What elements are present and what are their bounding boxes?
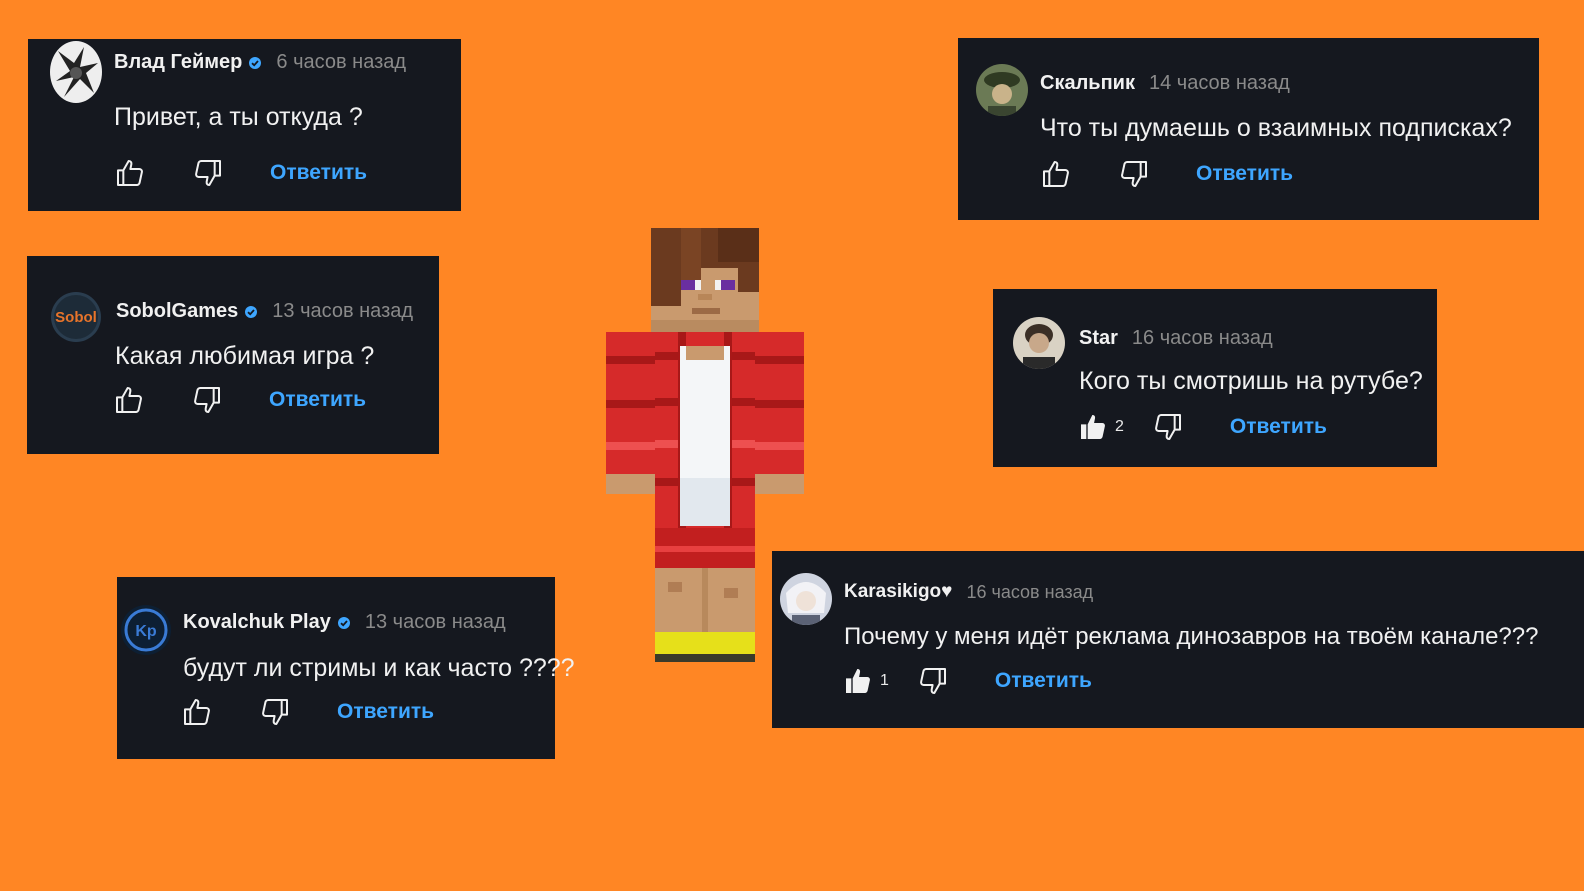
avatar[interactable] bbox=[1013, 317, 1065, 369]
verified-badge-icon bbox=[244, 305, 258, 319]
comment-card: Star 16 часов назад Кого ты смотришь на … bbox=[993, 289, 1437, 467]
comment-text: Какая любимая игра ? bbox=[115, 342, 375, 370]
thumbs-down-icon[interactable] bbox=[917, 665, 949, 697]
comment-card: Kp Kovalchuk Play 13 часов назад будут л… bbox=[117, 577, 575, 759]
thumbs-up-icon[interactable] bbox=[842, 665, 874, 697]
comment-card: Скальпик 14 часов назад Что ты думаешь о… bbox=[958, 38, 1539, 220]
thumbs-down-icon[interactable] bbox=[191, 384, 223, 416]
author-name[interactable]: Влад Геймер bbox=[114, 51, 242, 74]
comment-text: будут ли стримы и как часто ???? bbox=[183, 654, 575, 682]
comment-text: Кого ты смотришь на рутубе? bbox=[1079, 367, 1423, 395]
reply-button[interactable]: Ответить bbox=[269, 388, 366, 412]
minecraft-skin-character bbox=[598, 228, 812, 668]
comment-timestamp[interactable]: 6 часов назад bbox=[276, 51, 406, 74]
thumbs-up-icon[interactable] bbox=[114, 157, 146, 189]
like-count: 2 bbox=[1115, 418, 1124, 435]
comment-card: Влад Геймер 6 часов назад Привет, а ты о… bbox=[28, 39, 461, 211]
comment-text: Привет, а ты откуда ? bbox=[114, 103, 363, 131]
reply-button[interactable]: Ответить bbox=[270, 161, 367, 185]
thumbs-down-icon[interactable] bbox=[192, 157, 224, 189]
avatar[interactable] bbox=[976, 64, 1028, 116]
reply-button[interactable]: Ответить bbox=[1230, 415, 1327, 439]
author-name[interactable]: Kovalchuk Play bbox=[183, 611, 331, 634]
avatar[interactable]: Sobol bbox=[51, 292, 101, 342]
verified-badge-icon bbox=[248, 56, 262, 70]
svg-text:Kp: Kp bbox=[135, 623, 157, 640]
comment-card: Sobol SobolGames 13 часов назад Какая лю… bbox=[27, 256, 439, 454]
thumbs-down-icon[interactable] bbox=[259, 696, 291, 728]
thumbs-up-icon[interactable] bbox=[1040, 158, 1072, 190]
comment-text: Что ты думаешь о взаимных подписках? bbox=[1040, 114, 1512, 142]
author-name[interactable]: Karasikigo♥ bbox=[844, 581, 952, 603]
verified-badge-icon bbox=[337, 616, 351, 630]
avatar[interactable] bbox=[50, 41, 102, 103]
thumbs-down-icon[interactable] bbox=[1118, 158, 1150, 190]
reply-button[interactable]: Ответить bbox=[995, 669, 1092, 693]
reply-button[interactable]: Ответить bbox=[1196, 162, 1293, 186]
avatar[interactable]: Kp bbox=[121, 605, 171, 655]
comment-card: Karasikigo♥ 16 часов назад Почему у меня… bbox=[772, 551, 1584, 728]
like-count: 1 bbox=[880, 672, 889, 689]
comment-timestamp[interactable]: 14 часов назад bbox=[1149, 72, 1290, 95]
thumbs-down-icon[interactable] bbox=[1152, 411, 1184, 443]
svg-text:Sobol: Sobol bbox=[55, 309, 97, 326]
comment-timestamp[interactable]: 13 часов назад bbox=[272, 300, 413, 323]
thumbs-up-icon[interactable] bbox=[1077, 411, 1109, 443]
comment-timestamp[interactable]: 13 часов назад bbox=[365, 611, 506, 634]
author-name[interactable]: SobolGames bbox=[116, 300, 238, 323]
thumbs-up-icon[interactable] bbox=[181, 696, 213, 728]
reply-button[interactable]: Ответить bbox=[337, 700, 434, 724]
thumbs-up-icon[interactable] bbox=[113, 384, 145, 416]
comment-timestamp[interactable]: 16 часов назад bbox=[966, 582, 1093, 603]
comment-timestamp[interactable]: 16 часов назад bbox=[1132, 327, 1273, 350]
author-name[interactable]: Star bbox=[1079, 327, 1118, 350]
author-name[interactable]: Скальпик bbox=[1040, 72, 1135, 95]
comment-text: Почему у меня идёт реклама динозавров на… bbox=[844, 623, 1539, 650]
